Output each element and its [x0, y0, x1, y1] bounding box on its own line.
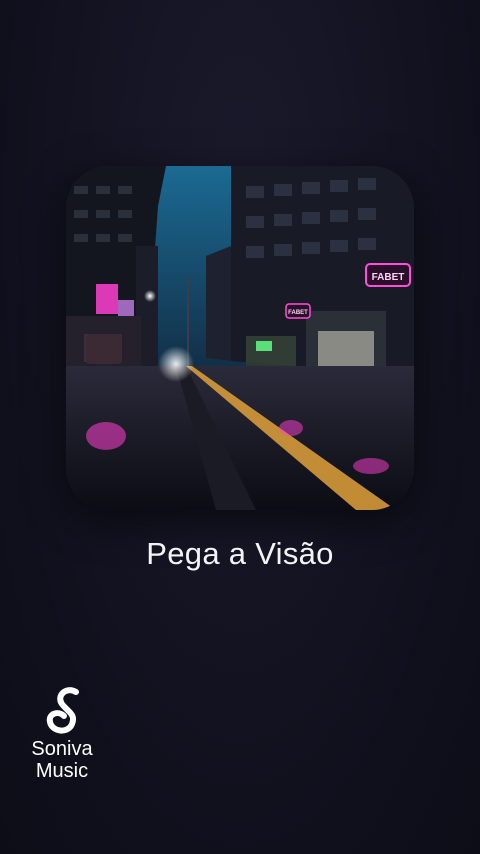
song-title: Pega a Visão	[146, 536, 334, 571]
cover-street-scene: FABET FABET	[66, 166, 414, 510]
cover-sign-large: FABET	[372, 272, 405, 283]
brand-name: Soniva Music	[31, 738, 93, 782]
brand-watermark: Soniva Music	[20, 684, 104, 782]
cover-sign-small: FABET	[288, 310, 308, 316]
album-cover: FABET FABET	[66, 166, 414, 510]
music-note-s-icon	[46, 687, 79, 734]
